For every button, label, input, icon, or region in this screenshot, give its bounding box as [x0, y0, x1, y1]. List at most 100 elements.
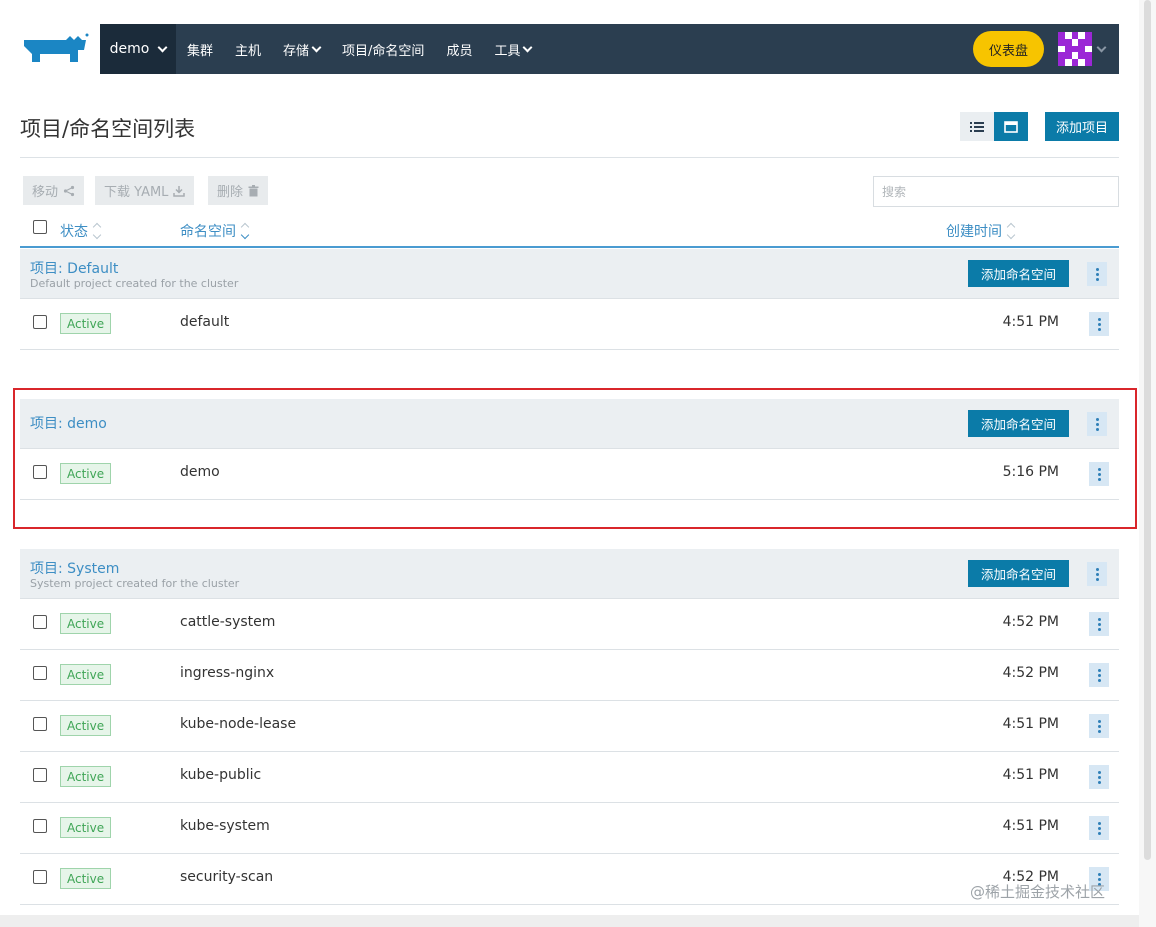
window-icon: [1004, 120, 1018, 133]
more-actions-icon[interactable]: [1087, 562, 1107, 586]
more-actions-icon[interactable]: [1089, 663, 1109, 687]
column-state-label: 状态: [60, 224, 88, 240]
nav-hosts[interactable]: 主机: [224, 24, 272, 74]
add-namespace-button[interactable]: 添加命名空间: [968, 560, 1069, 587]
row-checkbox[interactable]: [33, 717, 47, 731]
row-checkbox[interactable]: [33, 666, 47, 680]
more-actions-icon[interactable]: [1087, 262, 1107, 286]
nav-tools[interactable]: 工具: [483, 24, 542, 74]
project-title[interactable]: 项目: demo: [30, 413, 107, 433]
move-button[interactable]: 移动: [23, 176, 85, 205]
namespace-name[interactable]: cattle-system: [180, 614, 275, 630]
user-menu[interactable]: [1058, 32, 1107, 66]
nav-projects-namespaces[interactable]: 项目/命名空间: [331, 24, 435, 74]
download-yaml-label: 下载 YAML: [104, 185, 169, 200]
more-actions-icon[interactable]: [1089, 714, 1109, 738]
avatar: [1058, 32, 1092, 66]
column-namespace-label: 命名空间: [180, 224, 236, 240]
more-actions-icon[interactable]: [1089, 612, 1109, 636]
more-actions-icon[interactable]: [1089, 816, 1109, 840]
column-namespace[interactable]: 命名空间: [180, 221, 250, 241]
add-namespace-button[interactable]: 添加命名空间: [968, 410, 1069, 437]
chevron-down-icon: [1096, 42, 1107, 52]
add-namespace-button[interactable]: 添加命名空间: [968, 260, 1069, 287]
watermark: @稀土掘金技术社区: [970, 883, 1106, 901]
page-title: 项目/命名空间列表: [20, 117, 196, 141]
add-project-button[interactable]: 添加项目: [1045, 112, 1119, 141]
namespace-name[interactable]: kube-system: [180, 818, 270, 834]
namespace-name[interactable]: kube-public: [180, 767, 261, 783]
status-badge: Active: [60, 868, 112, 889]
namespace-name[interactable]: ingress-nginx: [180, 665, 274, 681]
table-row: Active demo 5:16 PM: [20, 449, 1119, 500]
status-badge: Active: [60, 715, 112, 736]
delete-button[interactable]: 删除: [208, 176, 269, 205]
project-title[interactable]: 项目: System: [30, 558, 119, 578]
search-input[interactable]: [873, 176, 1119, 207]
more-actions-icon[interactable]: [1087, 412, 1107, 436]
nav-storage-label: 存储: [283, 43, 310, 59]
namespace-name[interactable]: security-scan: [180, 869, 273, 885]
chevron-down-icon: [523, 42, 533, 52]
select-all-checkbox[interactable]: [33, 220, 47, 234]
table-row: Active security-scan 4:52 PM: [20, 854, 1119, 905]
row-checkbox[interactable]: [33, 870, 47, 884]
nav-clusters[interactable]: 集群: [176, 24, 224, 74]
table-row: Active kube-public 4:51 PM: [20, 752, 1119, 803]
share-icon: [63, 185, 75, 196]
table-row: Active kube-node-lease 4:51 PM: [20, 701, 1119, 752]
status-badge: Active: [60, 817, 112, 838]
project-group-header: 项目: Default Default project created for …: [20, 249, 1119, 299]
horizontal-scrollbar[interactable]: [0, 915, 1139, 927]
cluster-selector[interactable]: demo: [100, 24, 176, 74]
download-yaml-button[interactable]: 下载 YAML: [95, 176, 195, 205]
table-row: Active default 4:51 PM: [20, 299, 1119, 350]
top-navigation: demo 集群 主机 存储 项目/命名空间 成员 工具 仪表盘: [100, 24, 1119, 74]
row-checkbox[interactable]: [33, 768, 47, 782]
vertical-scrollbar[interactable]: [1139, 0, 1156, 927]
project-description: Default project created for the cluster: [30, 277, 239, 290]
group-view-button[interactable]: [994, 112, 1028, 141]
status-badge: Active: [60, 664, 112, 685]
chevron-down-icon: [311, 42, 322, 52]
status-badge: Active: [60, 613, 112, 634]
project-description: System project created for the cluster: [30, 577, 240, 590]
dashboard-button[interactable]: 仪表盘: [972, 31, 1044, 67]
namespace-name[interactable]: default: [180, 314, 229, 330]
more-actions-icon[interactable]: [1089, 765, 1109, 789]
nav-storage[interactable]: 存储: [272, 24, 331, 74]
column-created[interactable]: 创建时间: [946, 221, 1016, 241]
project-title[interactable]: 项目: Default: [30, 258, 118, 278]
row-checkbox[interactable]: [33, 819, 47, 833]
status-badge: Active: [60, 313, 112, 334]
scrollbar-thumb[interactable]: [1144, 0, 1151, 860]
namespace-name[interactable]: demo: [180, 464, 220, 480]
row-checkbox[interactable]: [33, 315, 47, 329]
cluster-name: demo: [109, 41, 150, 57]
more-actions-icon[interactable]: [1089, 462, 1109, 486]
nav-members[interactable]: 成员: [435, 24, 483, 74]
more-actions-icon[interactable]: [1089, 312, 1109, 336]
created-time: 4:51 PM: [1002, 314, 1059, 330]
column-created-label: 创建时间: [946, 224, 1002, 240]
rancher-logo[interactable]: [20, 32, 90, 66]
chevron-down-icon: [157, 42, 168, 52]
row-checkbox[interactable]: [33, 465, 47, 479]
created-time: 4:51 PM: [1002, 716, 1059, 732]
created-time: 4:51 PM: [1002, 818, 1059, 834]
divider: [20, 157, 1119, 158]
list-icon: [970, 121, 984, 132]
created-time: 5:16 PM: [1002, 464, 1059, 480]
row-checkbox[interactable]: [33, 615, 47, 629]
sort-icon: [240, 222, 250, 240]
table-row: Active ingress-nginx 4:52 PM: [20, 650, 1119, 701]
status-badge: Active: [60, 766, 112, 787]
project-group-header: 项目: System System project created for th…: [20, 549, 1119, 599]
status-badge: Active: [60, 463, 112, 484]
created-time: 4:51 PM: [1002, 767, 1059, 783]
column-state[interactable]: 状态: [60, 221, 102, 241]
list-view-button[interactable]: [960, 112, 994, 141]
created-time: 4:52 PM: [1002, 614, 1059, 630]
delete-label: 删除: [217, 185, 244, 200]
namespace-name[interactable]: kube-node-lease: [180, 716, 296, 732]
